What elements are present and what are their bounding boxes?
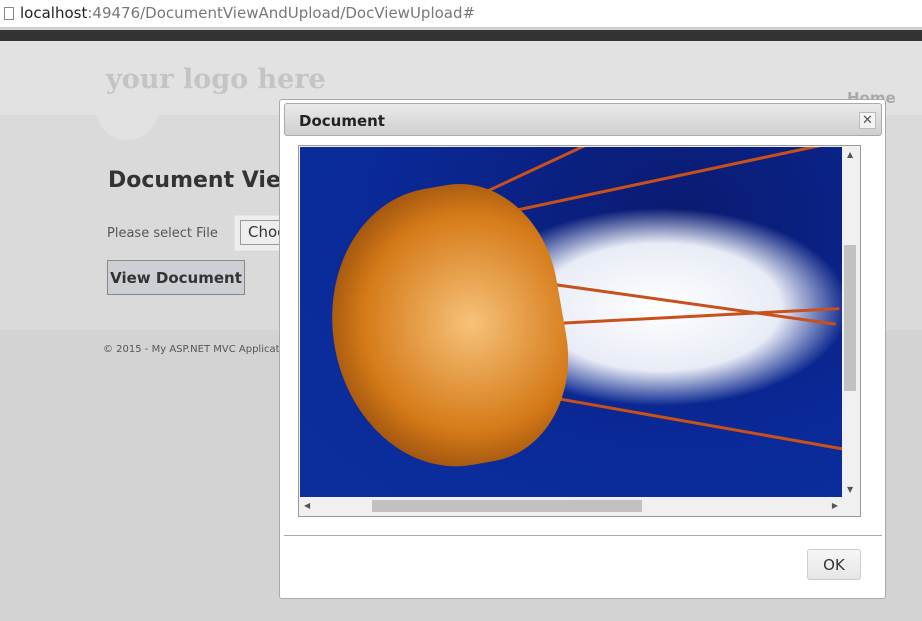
page-icon <box>4 7 14 20</box>
top-bar <box>0 30 922 41</box>
url-host: localhost <box>20 4 88 22</box>
horizontal-scrollbar[interactable]: ◀ ▶ <box>300 497 842 514</box>
dialog-divider <box>284 535 882 536</box>
document-image <box>300 147 842 497</box>
close-icon[interactable]: ✕ <box>859 112 876 129</box>
url-path: :49476/DocumentViewAndUpload/DocViewUplo… <box>87 4 476 22</box>
ok-button[interactable]: OK <box>807 549 861 580</box>
site-logo[interactable]: your logo here <box>106 64 326 95</box>
dialog-titlebar[interactable]: Document ✕ <box>284 103 882 136</box>
document-dialog: Document ✕ ▲ ▼ ◀ ▶ OK <box>279 99 886 599</box>
page-title: Document View <box>108 168 302 193</box>
vertical-scroll-thumb[interactable] <box>844 245 856 391</box>
address-bar[interactable]: localhost:49476/DocumentViewAndUpload/Do… <box>0 0 922 28</box>
file-label: Please select File <box>107 226 218 241</box>
view-document-button[interactable]: View Document <box>107 260 245 295</box>
dialog-title: Document <box>299 112 385 130</box>
document-viewer: ▲ ▼ ◀ ▶ <box>298 145 861 517</box>
horizontal-scroll-thumb[interactable] <box>372 500 642 512</box>
vertical-scrollbar[interactable]: ▲ ▼ <box>842 147 859 497</box>
footer-text: © 2015 - My ASP.NET MVC Application <box>103 344 295 355</box>
jellyfish-bell <box>310 169 586 485</box>
